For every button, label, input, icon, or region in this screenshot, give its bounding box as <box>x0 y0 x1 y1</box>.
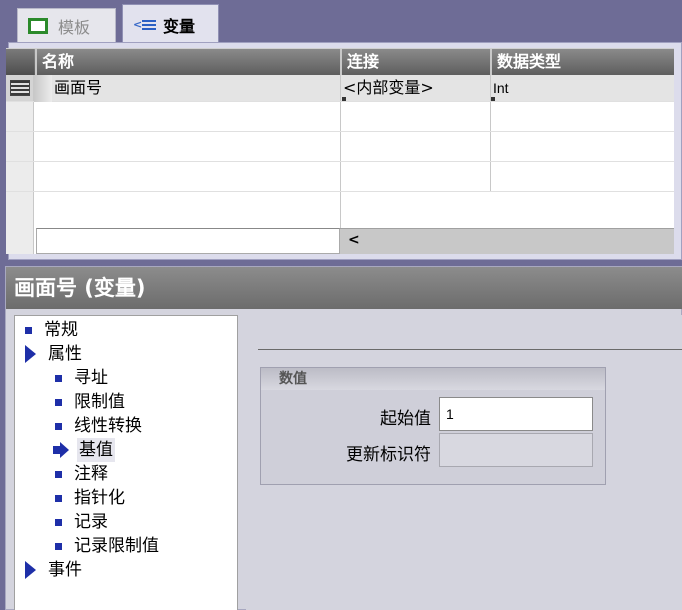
properties-title: 画面号 (变量) <box>6 267 682 309</box>
bullet-icon <box>55 398 62 406</box>
tab-template-label: 模板 <box>58 17 91 37</box>
variable-icon: < <box>133 17 157 33</box>
tree-item-limits[interactable]: 限制值 <box>55 390 125 414</box>
tree-item-addressing[interactable]: 寻址 <box>55 366 108 390</box>
divider <box>258 349 682 350</box>
tree-item-properties[interactable]: 属性 <box>25 342 82 366</box>
column-header-name[interactable]: 名称 <box>35 49 340 75</box>
tree-item-comment[interactable]: 注释 <box>55 462 108 486</box>
variable-table: 名称 连接 数据类型 画面号 <内部变量> Int < <box>6 48 674 254</box>
bullet-icon <box>55 374 62 382</box>
tree-item-linear-scaling[interactable]: 线性转换 <box>55 414 142 438</box>
cell-name[interactable]: 画面号 <box>54 75 102 101</box>
tab-variable-label: 变量 <box>163 16 196 36</box>
bullet-icon <box>55 542 62 550</box>
tab-template[interactable]: 模板 <box>17 8 116 42</box>
bullet-icon <box>55 470 62 478</box>
bullet-icon <box>55 422 62 430</box>
tab-variable[interactable]: < 变量 <box>122 4 219 44</box>
row-header[interactable] <box>6 75 34 101</box>
row-handle-icon <box>10 80 30 96</box>
tree-item-logging[interactable]: 记录 <box>55 510 108 534</box>
update-id-label: 更新标识符 <box>346 445 431 465</box>
new-row-cell[interactable] <box>36 228 340 254</box>
column-header-connection[interactable]: 连接 <box>340 49 490 75</box>
header-corner[interactable] <box>6 49 34 75</box>
table-row[interactable] <box>6 162 674 192</box>
tree-item-general[interactable]: 常规 <box>25 318 78 342</box>
start-value-input[interactable]: 1 <box>439 397 593 431</box>
tree-item-base-value[interactable]: 基值 <box>53 438 115 462</box>
table-row[interactable] <box>6 132 674 162</box>
expand-triangle-icon[interactable] <box>25 561 36 579</box>
bullet-icon <box>55 518 62 526</box>
start-value-label: 起始值 <box>380 409 431 429</box>
bullet-icon <box>55 494 62 502</box>
tree-item-events[interactable]: 事件 <box>25 558 82 582</box>
update-id-input[interactable] <box>439 433 593 467</box>
expand-triangle-icon[interactable] <box>25 345 36 363</box>
tree-item-logging-limits[interactable]: 记录限制值 <box>55 534 159 558</box>
table-header: 名称 连接 数据类型 <box>6 48 674 75</box>
template-icon <box>28 17 48 34</box>
tree-item-pointer[interactable]: 指针化 <box>55 486 125 510</box>
scroll-left-icon[interactable]: < <box>348 232 360 248</box>
properties-panel: 画面号 (变量) 常规 属性 寻址 限制值 线性转换 基值 注释 指针化 记录 … <box>5 266 682 610</box>
property-detail-area: 数值 起始值 1 更新标识符 <box>246 315 682 610</box>
bullet-icon <box>25 326 32 334</box>
table-row[interactable] <box>6 192 674 228</box>
table-row[interactable] <box>6 102 674 132</box>
selected-arrow-icon <box>53 442 69 458</box>
column-header-datatype[interactable]: 数据类型 <box>490 49 674 75</box>
horizontal-scrollbar-row: < <box>6 228 674 254</box>
horizontal-scrollbar[interactable]: < <box>340 228 674 254</box>
cell-datatype[interactable]: Int <box>493 75 509 101</box>
table-row[interactable]: 画面号 <内部变量> Int <box>6 75 674 102</box>
values-group-title: 数值 <box>261 368 605 390</box>
properties-tree: 常规 属性 寻址 限制值 线性转换 基值 注释 指针化 记录 记录限制值 事件 <box>14 315 238 610</box>
values-group: 数值 起始值 1 更新标识符 <box>260 367 606 485</box>
cell-connection[interactable]: <内部变量> <box>343 75 434 101</box>
